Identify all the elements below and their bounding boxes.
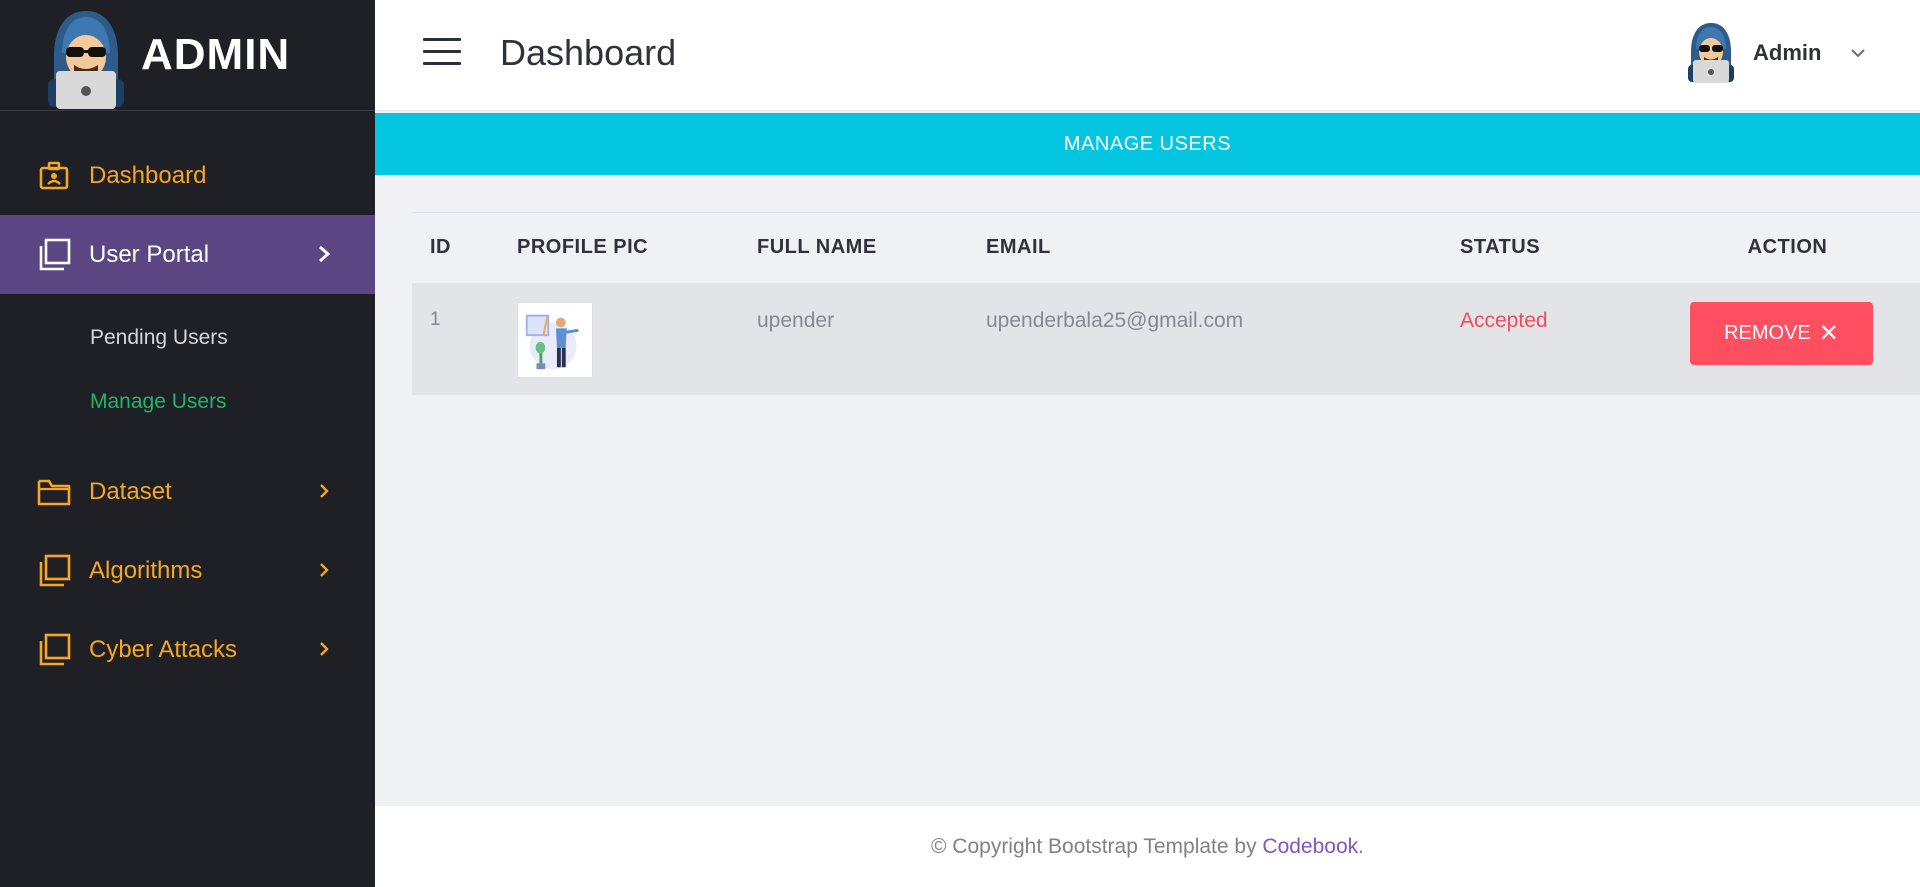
- sidebar-item-label: Cyber Attacks: [89, 635, 238, 663]
- column-header-email: EMAIL: [986, 236, 1051, 259]
- sidebar-item-algorithms[interactable]: Algorithms: [0, 531, 375, 610]
- sidebar-item-label: Algorithms: [89, 556, 203, 584]
- briefcase-icon: [36, 158, 72, 194]
- footer: © Copyright Bootstrap Template by Codebo…: [375, 806, 1920, 887]
- top-header: Dashboard Admin: [375, 0, 1920, 111]
- column-header-action: ACTION: [1747, 236, 1828, 259]
- avatar: [1688, 23, 1734, 83]
- chevron-right-icon: [320, 563, 329, 577]
- table-row: 1 upender upenderbala25@gmail.com Accept…: [412, 282, 1920, 395]
- copy-icon: [36, 553, 72, 589]
- user-name: Admin: [1753, 40, 1822, 65]
- sidebar-item-label: Dashboard: [89, 161, 207, 189]
- sidebar: ADMIN Dashboard User Portal Pending User…: [0, 0, 375, 887]
- sidebar-item-cyber-attacks[interactable]: Cyber Attacks: [0, 610, 375, 689]
- users-table-container: ID PROFILE PIC FULL NAME EMAIL STATUS AC…: [412, 212, 1920, 395]
- remove-user-button[interactable]: REMOVE ✕: [1690, 301, 1873, 365]
- cell-id: 1: [430, 308, 441, 330]
- profile-picture: [517, 301, 593, 378]
- user-menu[interactable]: Admin: [1683, 20, 1867, 86]
- sidebar-item-label: Dataset: [89, 477, 172, 505]
- chevron-right-icon: [319, 245, 331, 263]
- status-badge: Accepted: [1460, 308, 1548, 332]
- manage-users-banner: MANAGE USERS: [375, 113, 1920, 175]
- codebook-link[interactable]: Codebook: [1262, 835, 1358, 859]
- cell-profile-pic: [499, 283, 739, 395]
- column-header-profile-pic: PROFILE PIC: [517, 236, 649, 259]
- copy-icon: [36, 632, 72, 668]
- close-icon: ✕: [1818, 319, 1839, 347]
- sidebar-item-user-portal[interactable]: User Portal: [0, 215, 375, 294]
- brand-title: ADMIN: [141, 30, 291, 79]
- sidebar-item-dashboard[interactable]: Dashboard: [0, 136, 375, 215]
- sidebar-item-dataset[interactable]: Dataset: [0, 452, 375, 531]
- menu-toggle-icon[interactable]: [423, 38, 461, 66]
- sidebar-item-label: User Portal: [89, 240, 210, 268]
- submenu-item-pending-users[interactable]: Pending Users: [0, 306, 375, 370]
- hacker-logo-icon: [48, 11, 124, 109]
- column-header-status: STATUS: [1460, 236, 1541, 259]
- table-header-row: ID PROFILE PIC FULL NAME EMAIL STATUS AC…: [412, 212, 1920, 283]
- folder-icon: [36, 474, 72, 510]
- brand[interactable]: ADMIN: [0, 0, 375, 111]
- user-portal-submenu: Pending Users Manage Users: [0, 294, 375, 452]
- remove-button-label: REMOVE: [1724, 321, 1811, 344]
- copy-icon: [36, 237, 72, 273]
- sidebar-nav: Dashboard User Portal Pending Users Mana…: [0, 111, 375, 689]
- page-title: Dashboard: [500, 32, 677, 73]
- cell-email: upenderbala25@gmail.com: [986, 308, 1244, 332]
- footer-suffix: .: [1358, 834, 1364, 858]
- footer-copyright: © Copyright Bootstrap Template by: [930, 834, 1263, 858]
- cell-full-name: upender: [757, 308, 835, 332]
- cell-action: REMOVE ✕: [1655, 283, 1920, 395]
- submenu-item-manage-users[interactable]: Manage Users: [0, 370, 375, 434]
- chevron-right-icon: [320, 642, 329, 656]
- users-table: ID PROFILE PIC FULL NAME EMAIL STATUS AC…: [412, 212, 1920, 395]
- chevron-right-icon: [320, 484, 329, 498]
- column-header-full-name: FULL NAME: [757, 236, 877, 259]
- chevron-down-icon: [1851, 49, 1866, 58]
- column-header-id: ID: [430, 236, 451, 259]
